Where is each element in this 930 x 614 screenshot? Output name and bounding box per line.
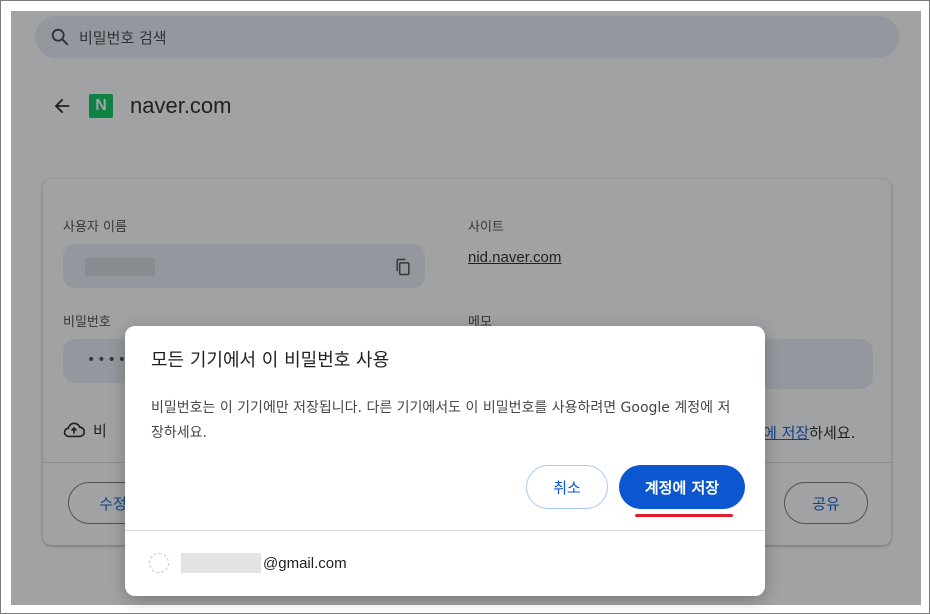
highlight-underline <box>635 514 733 517</box>
cancel-button[interactable]: 취소 <box>526 465 608 509</box>
account-row: @gmail.com <box>149 553 347 573</box>
save-to-account-button[interactable]: 계정에 저장 <box>619 465 745 509</box>
dialog-title: 모든 기기에서 이 비밀번호 사용 <box>151 350 390 371</box>
account-email: @gmail.com <box>263 554 347 572</box>
avatar <box>149 553 169 573</box>
window-frame: 비밀번호 검색 N naver.com 사용자 이름 사이트 nid.naver… <box>0 0 930 614</box>
dialog-body: 비밀번호는 이 기기에만 저장됩니다. 다른 기기에서도 이 비밀번호를 사용하… <box>151 400 731 441</box>
dialog-divider <box>125 530 765 531</box>
email-redacted <box>181 553 261 573</box>
save-to-account-dialog: 모든 기기에서 이 비밀번호 사용 비밀번호는 이 기기에만 저장됩니다. 다른… <box>125 326 765 596</box>
